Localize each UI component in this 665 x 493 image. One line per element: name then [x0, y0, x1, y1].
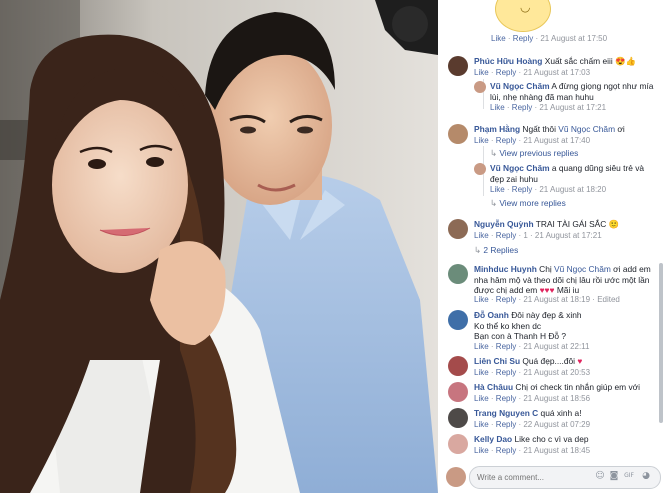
mention-link[interactable]: Vũ Ngọc Chăm [558, 124, 615, 134]
like-link[interactable]: Like [474, 231, 489, 240]
comment-meta: Like · Reply · 21 August at 22:11 [474, 342, 590, 351]
comment-author[interactable]: Phạm Hằng [474, 124, 520, 134]
comment-meta: Like · Reply · 21 August at 17:50 [491, 34, 608, 43]
reply-link[interactable]: Reply [512, 185, 532, 194]
avatar[interactable] [448, 124, 468, 144]
comment-author[interactable]: Vũ Ngọc Chăm [490, 163, 550, 173]
heart-emoji-icon: ♥♥♥ [539, 285, 555, 296]
camera-icon[interactable]: ◙ [609, 471, 619, 481]
like-link[interactable]: Like [474, 136, 489, 145]
comment-meta: Like · Reply · 21 August at 18:20 [490, 185, 607, 194]
comment-input[interactable] [477, 470, 587, 484]
comment-body: Phạm Hằng Ngất thôi Vũ Ngọc Chăm ơi [474, 124, 625, 134]
view-2-replies[interactable]: ↳ 2 Replies [474, 245, 518, 255]
like-link[interactable]: Like [491, 34, 506, 43]
emoji-icon[interactable]: ☺ [595, 471, 605, 481]
like-link[interactable]: Like [490, 185, 505, 194]
smile-emoji-icon: 🙂 [608, 219, 620, 229]
comment-input-bar[interactable]: ☺ ◙ GIF ◕ [469, 466, 661, 489]
photo-illustration [0, 0, 438, 493]
like-link[interactable]: Like [490, 103, 505, 112]
reply-link[interactable]: Reply [496, 68, 516, 77]
comment-meta: Like · Reply · 1 · 21 August at 17:21 [474, 231, 602, 240]
avatar[interactable] [448, 264, 468, 284]
like-link[interactable]: Like [474, 342, 489, 351]
mention-link[interactable]: Vũ Ngọc Chăm [554, 264, 611, 274]
comment-author[interactable]: Kelly Dao [474, 434, 512, 444]
comment-body: Vũ Ngọc Chăm a quang dũng siêu trẻ và đẹ… [490, 163, 655, 184]
reply-arrow-icon: ↳ [490, 148, 498, 158]
comment-text: Ngất thôi [520, 124, 559, 134]
avatar[interactable] [448, 219, 468, 239]
comment-author[interactable]: Đỗ Oanh [474, 310, 509, 320]
comment-body: Phúc Hữu Hoàng Xuất sắc chấm eiii 😍👍 [474, 56, 654, 67]
reply-link[interactable]: Reply [496, 231, 516, 240]
reply-arrow-icon: ↳ [490, 198, 498, 208]
sticker-icon: ◡ [495, 0, 551, 32]
comment-body: Trang Nguyen C quá xinh a! [474, 408, 582, 418]
reply-link[interactable]: Reply [496, 136, 516, 145]
sticker-icon[interactable]: ◕ [641, 471, 651, 481]
reply-link[interactable]: Reply [496, 394, 516, 403]
reply-link[interactable]: Reply [496, 368, 516, 377]
heart-emoji-icon: ♥ [577, 356, 583, 366]
comment-meta: Like · Reply · 21 August at 17:21 [490, 103, 607, 112]
reply-link[interactable]: Reply [512, 103, 532, 112]
like-link[interactable]: Like [474, 68, 489, 77]
comment-author[interactable]: Hà Châuu [474, 382, 513, 392]
like-link[interactable]: Like [474, 446, 489, 455]
comment-body: Đỗ Oanh Đôi này đẹp & xinh Ko thể ko khe… [474, 310, 582, 342]
comment-body: Liên Chi Su Quá đẹp....đôi ♥ [474, 356, 583, 366]
comment-meta: Like · Reply · 21 August at 18:19 · Edit… [474, 295, 620, 304]
reply-link[interactable]: Reply [513, 34, 533, 43]
like-link[interactable]: Like [474, 295, 489, 304]
gif-icon[interactable]: GIF [624, 471, 634, 481]
comment-body: Hà Châuu Chị ơi check tin nhắn giúp em v… [474, 382, 640, 392]
reply-link[interactable]: Reply [496, 420, 516, 429]
like-link[interactable]: Like [474, 368, 489, 377]
like-link[interactable]: Like [474, 394, 489, 403]
avatar[interactable] [448, 310, 468, 330]
comment-meta: Like · Reply · 22 August at 07:29 [474, 420, 591, 429]
comment-meta: Like · Reply · 21 August at 20:53 [474, 368, 591, 377]
comment-author[interactable]: Vũ Ngọc Chăm [490, 81, 550, 91]
comment-meta: Like · Reply · 21 August at 18:56 [474, 394, 591, 403]
avatar[interactable] [474, 163, 486, 175]
comment-author[interactable]: Trang Nguyen C [474, 408, 538, 418]
avatar[interactable] [448, 408, 468, 428]
comment-meta: Like · Reply · 21 August at 17:40 [474, 136, 591, 145]
avatar[interactable] [474, 81, 486, 93]
comments-panel: ◡ Like · Reply · 21 August at 17:50 Phúc… [438, 0, 665, 493]
like-link[interactable]: Like [474, 420, 489, 429]
comment-author[interactable]: Phúc Hữu Hoàng [474, 56, 542, 66]
scrollbar[interactable] [659, 263, 663, 423]
comment-text: Xuất sắc chấm eiii [542, 56, 613, 66]
comment-body: Minhduc Huynh Chị Vũ Ngọc Chăm ơi add em… [474, 264, 651, 296]
avatar[interactable] [448, 382, 468, 402]
current-user-avatar [446, 467, 466, 487]
comment-author[interactable]: Nguyễn Quỳnh [474, 219, 534, 229]
comment-body: Nguyễn Quỳnh TRAI TÀI GÁI SẮC 🙂 [474, 219, 654, 230]
comment-author[interactable]: Liên Chi Su [474, 356, 520, 366]
post-photo[interactable] [0, 0, 438, 493]
avatar[interactable] [448, 434, 468, 454]
reply-link[interactable]: Reply [496, 295, 516, 304]
reply-link[interactable]: Reply [496, 446, 516, 455]
comment-body: Vũ Ngọc Chăm A đừng giọng ngọt như mía l… [490, 81, 655, 102]
comment-meta: Like · Reply · 21 August at 17:03 [474, 68, 591, 77]
comment-author[interactable]: Minhduc Huynh [474, 264, 537, 274]
comment-time: · 21 August at 17:50 [533, 34, 608, 43]
view-previous-replies[interactable]: ↳ View previous replies [490, 148, 578, 158]
reply-link[interactable]: Reply [496, 342, 516, 351]
emoji-icon: 😍👍 [615, 56, 636, 66]
comment-body: Kelly Dao Like cho c vì va dep [474, 434, 589, 444]
comment-text: TRAI TÀI GÁI SẮC [533, 219, 607, 229]
reply-arrow-icon: ↳ [474, 245, 482, 255]
comment-meta: Like · Reply · 21 August at 18:45 [474, 446, 591, 455]
view-more-replies[interactable]: ↳ View more replies [490, 198, 566, 208]
avatar[interactable] [448, 56, 468, 76]
avatar[interactable] [448, 356, 468, 376]
